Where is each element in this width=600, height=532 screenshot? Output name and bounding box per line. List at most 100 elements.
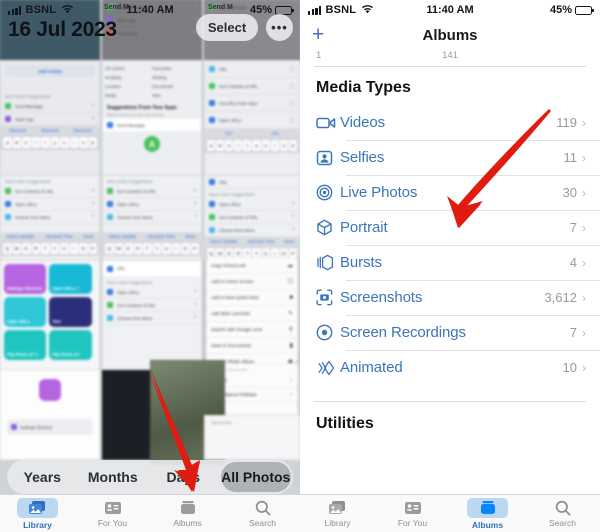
list-item-screen-recordings[interactable]: Screen Recordings 7 › (300, 315, 600, 350)
photos-timeline-segmented-control[interactable]: Years Months Days All Photos (7, 460, 293, 494)
navigation-bar: + Albums (300, 20, 600, 50)
media-types-list: Videos 119 › Selfies 11 › Live Photos 30… (300, 105, 600, 385)
collage-tile: All Actions Favourites Scripting Sharing… (102, 60, 202, 175)
shortcut-tile: Text (49, 297, 92, 327)
context-menu-item[interactable]: Copy iCloud Link ☁ (206, 258, 298, 274)
chevron-right-icon: › (582, 290, 586, 305)
list-item-selfies[interactable]: Selfies 11 › (300, 140, 600, 175)
context-menu-item[interactable]: Add Web Launcher ✎ (206, 306, 298, 322)
peek-center-count: 141 (442, 50, 458, 61)
chevron-right-icon: › (582, 220, 586, 235)
list-item-count: 3,612 (544, 290, 577, 305)
collage-action-label: Choose from Menu (117, 315, 153, 321)
tab-albums[interactable]: Albums (150, 495, 225, 532)
albums-icon (177, 500, 198, 516)
collage-tile: URL Next Action Suggestions Open URLs + G… (102, 260, 202, 370)
chevron-right-icon: › (582, 150, 586, 165)
tab-search[interactable]: Search (225, 495, 300, 532)
collage-avatar: A (144, 136, 160, 152)
collage-url-chip: URL (271, 131, 280, 136)
list-item-label: Bursts (340, 254, 382, 271)
list-item-count: 4 (569, 255, 577, 270)
collage-floating-label: Send M (208, 4, 233, 11)
collage-map-caption: Afghanistan (211, 420, 233, 425)
tab-label: Library (324, 517, 351, 528)
list-item-live-photos[interactable]: Live Photos 30 › (300, 175, 600, 210)
tab-label: Albums (471, 519, 504, 530)
collage-action-label: Open URLs (219, 201, 241, 207)
tab-search[interactable]: Search (525, 495, 600, 532)
shortcut-tile-label: Text (52, 319, 61, 324)
segment-years[interactable]: Years (7, 469, 78, 485)
plus-icon[interactable]: + (312, 24, 324, 45)
collage-floating-label: Send M (104, 4, 129, 11)
list-item-portrait[interactable]: Portrait 7 › (300, 210, 600, 245)
selfie-person-icon (316, 150, 340, 166)
collage-tile: Add Action Next Action Suggestions Send … (0, 60, 100, 175)
search-icon: ⚲ (288, 327, 293, 333)
context-menu-item[interactable]: Add to Home Screen ☐ (206, 274, 298, 290)
tab-for-you[interactable]: For You (75, 495, 150, 532)
shortcut-tile: Flip Photo GT (49, 330, 92, 360)
list-item-bursts[interactable]: Bursts 4 › (300, 245, 600, 280)
collage-action-label: Get Contents of URL (117, 188, 156, 194)
collage-action-label: Get Contents of URL (117, 302, 156, 308)
tab-for-you[interactable]: For You (375, 495, 450, 532)
list-item-animated[interactable]: Animated 10 › (300, 350, 600, 385)
collage-action-label: Choose from Menu (15, 214, 51, 220)
screen-recording-icon (316, 324, 340, 341)
search-icon (252, 500, 273, 516)
list-item-label: Screen Recordings (340, 324, 466, 341)
for-you-icon (402, 500, 423, 516)
segment-months[interactable]: Months (78, 469, 149, 485)
utilities-heading: Utilities (316, 415, 374, 432)
tab-label: Search (249, 517, 276, 528)
collage-toolbar-item: Select Variable (6, 234, 35, 239)
home-screen-icon: ☐ (287, 279, 293, 285)
collage-action-label: Open URLs (117, 201, 139, 207)
collage-action-label: Send Message (15, 103, 43, 109)
context-menu-item[interactable]: Save to Documents ▮ (206, 338, 298, 354)
collage-chip: Location (105, 84, 121, 89)
context-menu-item[interactable]: Search with Google Lens ⚲ (206, 322, 298, 338)
carrier-label: BSNL (25, 4, 57, 16)
tab-label: For You (97, 517, 128, 528)
select-button[interactable]: Select (196, 14, 258, 41)
more-options-button[interactable]: ••• (266, 14, 293, 41)
collage-suggestions-header: Suggestions From Your Apps (107, 105, 177, 111)
for-you-icon (102, 500, 123, 516)
context-menu-item[interactable]: Add to New Quick Note ■ (206, 290, 298, 306)
collage-tile: Settings Shortcut Open URLs 1 Open URLs … (0, 260, 100, 370)
collage-action-label: Choose from Menu (117, 214, 153, 220)
tab-label: For You (397, 517, 428, 528)
list-item-count: 11 (563, 150, 578, 165)
collage-action-label: Play Music (117, 30, 138, 36)
tab-library[interactable]: Library (0, 495, 75, 532)
tab-icon-wrap (467, 497, 508, 518)
list-item-videos[interactable]: Videos 119 › (300, 105, 600, 140)
list-item-screenshots[interactable]: Screenshots 3,612 › (300, 280, 600, 315)
list-item-label: Portrait (340, 219, 388, 236)
tab-albums[interactable]: Albums (450, 495, 525, 532)
collage-action-label: Open URLs (219, 117, 241, 123)
battery-percent: 45% (249, 4, 272, 16)
context-menu: Copy iCloud Link ☁ Add to Home Screen ☐ Ad… (206, 258, 298, 363)
left-tab-bar[interactable]: Library For You Albums Search (0, 494, 300, 532)
segment-days[interactable]: Days (148, 469, 219, 485)
collage-toolbar-item: Select Variable (108, 234, 137, 239)
right-tab-bar[interactable]: Library For You Albums Search (300, 494, 600, 532)
collage-action-label: Open URLs (117, 289, 139, 295)
shortcut-tile-label: Settings Shortcut (7, 286, 42, 291)
left-status-bar: BSNL 11:40 AM 45% (0, 0, 300, 20)
list-item-label: Screenshots (340, 289, 423, 306)
collage-next-action-header: Next Action Suggestions (209, 192, 255, 197)
tab-library[interactable]: Library (300, 495, 375, 532)
list-item-label: Videos (340, 114, 385, 131)
collage-action-label: Get URLs from Input (219, 100, 258, 106)
page-title: Albums (422, 26, 478, 44)
segment-all-photos[interactable]: All Photos (220, 462, 291, 492)
collage-chip: Favourites (152, 66, 172, 71)
collage-toolbar-item: Ask Each Time (44, 234, 73, 239)
shortcut-tile: Flip Photo GT 1 (4, 330, 47, 360)
collage-action-label: URL (219, 179, 228, 185)
